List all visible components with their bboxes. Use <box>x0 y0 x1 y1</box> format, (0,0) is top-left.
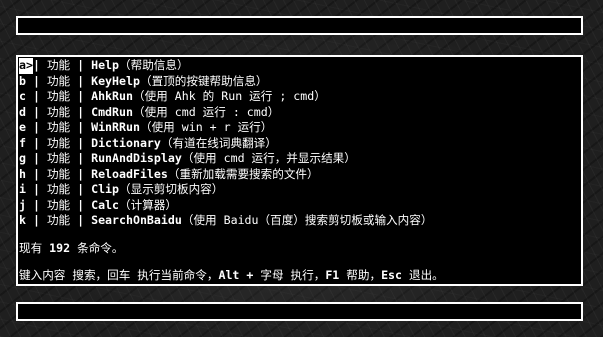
separator: | <box>32 135 47 150</box>
separator: | <box>70 73 92 88</box>
command-list: a> | 功能 | Help （帮助信息） b | 功能 | KeyHelp （置顶的按… <box>19 58 581 229</box>
command-description: （有道在线词典翻译） <box>160 135 277 150</box>
command-row[interactable]: e | 功能 | WinRRun （使用 win + r 运行） <box>19 120 581 136</box>
hint-key-f1: F1 <box>325 267 347 282</box>
command-key: j <box>19 197 33 212</box>
command-key: i <box>19 182 33 196</box>
separator: | <box>32 120 47 134</box>
command-description: （使用 win + r 运行） <box>139 120 273 134</box>
command-name: RunAndDisplay <box>91 151 182 165</box>
command-key: d <box>19 104 33 119</box>
command-key: e <box>19 120 33 134</box>
command-description: （使用 Baidu（百度）搜索剪切板或输入内容） <box>181 213 433 227</box>
command-description: （计算器） <box>119 197 177 212</box>
command-name: Clip <box>91 182 120 196</box>
command-type: 功能 <box>46 73 71 88</box>
command-name: Help <box>91 58 120 72</box>
command-type: 功能 <box>46 135 71 150</box>
command-name: SearchOnBaidu <box>91 213 182 227</box>
command-type: 功能 <box>46 213 71 227</box>
separator: | <box>32 213 47 227</box>
command-type: 功能 <box>46 151 71 165</box>
command-description: （使用 cmd 运行 : cmd） <box>132 104 280 119</box>
hint-part-4: 退出。 <box>408 267 444 282</box>
command-key: k <box>19 213 33 227</box>
command-name: WinRRun <box>91 120 140 134</box>
separator: | <box>70 213 92 227</box>
command-count: 192 <box>49 240 71 255</box>
count-prefix: 现有 <box>19 240 50 255</box>
command-name: CmdRun <box>91 104 133 119</box>
command-name: Calc <box>91 197 120 212</box>
command-type: 功能 <box>46 89 71 103</box>
command-type: 功能 <box>46 182 71 196</box>
command-key: g <box>19 151 33 165</box>
separator: | <box>32 182 47 196</box>
hint-part-3: 帮助， <box>346 267 382 282</box>
command-key: f <box>19 135 33 150</box>
command-row[interactable]: f | 功能 | Dictionary （有道在线词典翻译） <box>19 136 581 152</box>
command-name: AhkRun <box>91 89 133 103</box>
command-row[interactable]: c | 功能 | AhkRun （使用 Ahk 的 Run 运行 ; cmd） <box>19 89 581 105</box>
separator: | <box>32 89 47 103</box>
separator: | <box>70 197 92 212</box>
command-description: （置顶的按键帮助信息） <box>139 73 268 88</box>
command-type: 功能 <box>46 197 71 212</box>
command-row[interactable]: a> | 功能 | Help （帮助信息） <box>19 58 581 74</box>
command-type: 功能 <box>46 58 71 72</box>
command-name: KeyHelp <box>91 73 140 88</box>
separator: | <box>32 166 47 181</box>
hint-part-2: 字母 执行， <box>260 267 326 282</box>
separator: | <box>70 166 92 181</box>
command-row[interactable]: d | 功能 | CmdRun （使用 cmd 运行 : cmd） <box>19 105 581 121</box>
command-name: ReloadFiles <box>91 166 168 181</box>
hint-part-1: 键入内容 搜索，回车 执行当前命令， <box>19 267 219 282</box>
command-row[interactable]: g | 功能 | RunAndDisplay （使用 cmd 运行，并显示结果） <box>19 151 581 167</box>
separator: | <box>70 151 92 165</box>
hint-key-esc: Esc <box>381 267 409 282</box>
command-row[interactable]: h | 功能 | ReloadFiles （重新加载需要搜索的文件） <box>19 167 581 183</box>
usage-hint-line: 键入内容 搜索，回车 执行当前命令，Alt + 字母 执行，F1 帮助，Esc … <box>19 268 581 283</box>
command-key: b <box>19 73 33 88</box>
command-description: （重新加载需要搜索的文件） <box>167 166 319 181</box>
separator: | <box>70 104 92 119</box>
status-bar <box>16 302 583 321</box>
command-name: Dictionary <box>91 135 161 150</box>
command-description: （帮助信息） <box>119 58 189 72</box>
command-row[interactable]: j | 功能 | Calc （计算器） <box>19 198 581 214</box>
separator: | <box>70 58 92 72</box>
count-suffix: 条命令。 <box>70 240 124 255</box>
separator: | <box>70 89 92 103</box>
command-description: （显示剪切板内容） <box>119 182 224 196</box>
command-type: 功能 <box>46 120 71 134</box>
command-key: h <box>19 166 33 181</box>
separator: | <box>32 197 47 212</box>
command-description: （使用 cmd 运行，并显示结果） <box>181 151 356 165</box>
command-row[interactable]: i | 功能 | Clip （显示剪切板内容） <box>19 182 581 198</box>
separator: | <box>32 151 47 165</box>
command-count-line: 现有 192 条命令。 <box>19 241 581 256</box>
command-list-panel: a> | 功能 | Help （帮助信息） b | 功能 | KeyHelp （置顶的按… <box>16 55 583 286</box>
command-key: a> <box>19 58 33 74</box>
separator: | <box>70 135 92 150</box>
command-type: 功能 <box>46 104 71 119</box>
separator: | <box>32 58 47 72</box>
separator: | <box>32 104 47 119</box>
separator: | <box>32 73 47 88</box>
command-type: 功能 <box>46 166 71 181</box>
separator: | <box>70 182 92 196</box>
command-key: c <box>19 89 33 103</box>
command-description: （使用 Ahk 的 Run 运行 ; cmd） <box>132 89 326 103</box>
separator: | <box>70 120 92 134</box>
command-row[interactable]: b | 功能 | KeyHelp （置顶的按键帮助信息） <box>19 74 581 90</box>
command-row[interactable]: k | 功能 | SearchOnBaidu （使用 Baidu（百度）搜索剪切板… <box>19 213 581 229</box>
hint-key-alt: Alt + <box>218 267 261 282</box>
search-input[interactable] <box>16 16 583 35</box>
